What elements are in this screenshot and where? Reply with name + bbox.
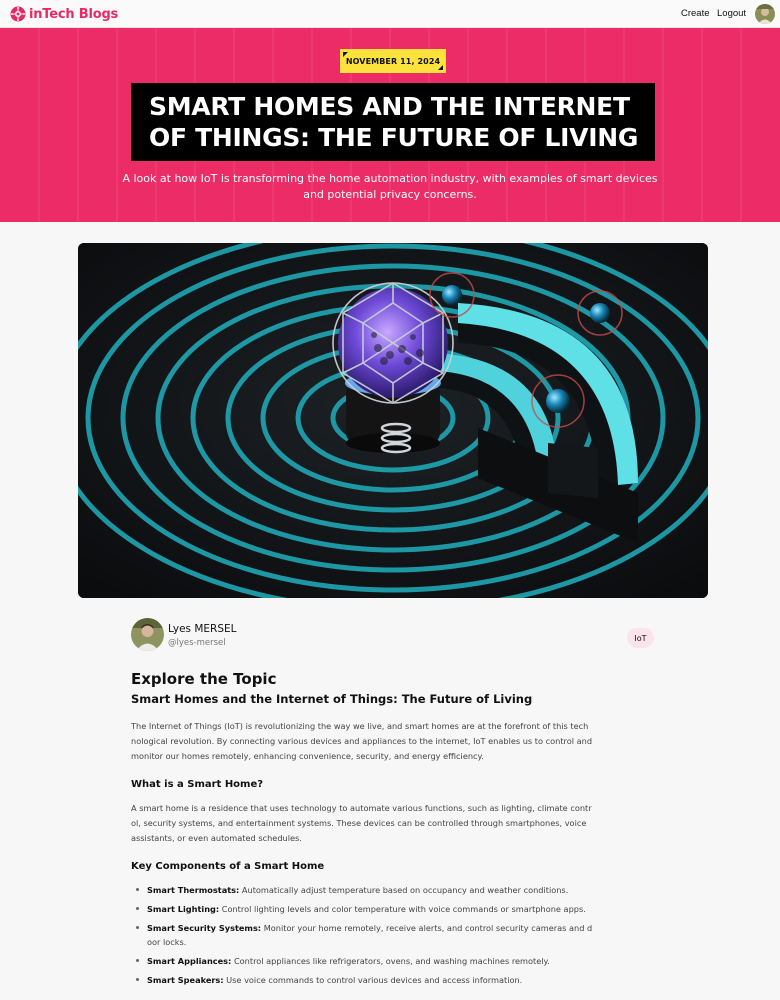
list-item: Smart Appliances: Control appliances lik…	[131, 954, 593, 968]
logo-text: inTech Blogs	[29, 6, 119, 22]
author-avatar-image	[131, 618, 164, 651]
post-title-box: SMART HOMES AND THE INTERNET OF THINGS: …	[131, 83, 655, 161]
intro-paragraph: The Internet of Things (IoT) is revoluti…	[131, 721, 593, 761]
list-item-text: Use voice commands to control various de…	[226, 975, 523, 985]
cover-image	[78, 243, 708, 598]
author-name[interactable]: Lyes MERSEL	[168, 623, 237, 635]
list-item-name: Smart Lighting:	[147, 904, 220, 914]
post-title: SMART HOMES AND THE INTERNET OF THINGS: …	[149, 92, 639, 152]
list-item: Smart Thermostats: Automatically adjust …	[131, 883, 593, 897]
post-date: NOVEMBER 11, 2024	[345, 56, 441, 66]
section-heading: Key Components of a Smart Home	[131, 861, 325, 872]
list-item-name: Smart Appliances:	[147, 956, 232, 966]
author-handle: @lyes-mersel	[168, 638, 226, 648]
section-paragraph: A smart home is a residence that uses te…	[131, 803, 592, 843]
logo-icon	[10, 6, 26, 22]
user-avatar[interactable]	[755, 4, 775, 24]
top-navbar: inTech Blogs Create Logout	[0, 0, 780, 28]
components-list: Smart Thermostats: Automatically adjust …	[131, 883, 593, 987]
list-item: Smart Lighting: Control lighting levels …	[131, 902, 593, 916]
topic-heading: Explore the Topic	[131, 670, 277, 688]
badge-corner-mark	[438, 65, 443, 70]
hero-banner: NOVEMBER 11, 2024 SMART HOMES AND THE IN…	[0, 28, 780, 222]
post-subtitle: A look at how IoT is transforming the ho…	[122, 172, 658, 201]
section-heading: What is a Smart Home?	[131, 779, 264, 790]
user-avatar-image	[755, 4, 775, 24]
badge-corner-mark	[343, 52, 348, 57]
category-tag[interactable]: IoT	[627, 628, 654, 648]
logout-link[interactable]: Logout	[717, 8, 746, 19]
list-item-text: Control appliances like refrigerators, o…	[233, 956, 550, 966]
list-item-text: Control lighting levels and color temper…	[221, 904, 586, 914]
list-item: Smart Security Systems: Monitor your hom…	[131, 921, 593, 949]
list-item-name: Smart Speakers:	[147, 975, 224, 985]
list-item-name: Smart Security Systems:	[147, 923, 262, 933]
date-badge: NOVEMBER 11, 2024	[340, 49, 446, 73]
author-avatar[interactable]	[131, 618, 164, 651]
create-link[interactable]: Create	[681, 8, 710, 19]
list-item-name: Smart Thermostats:	[147, 885, 240, 895]
list-item-text: Automatically adjust temperature based o…	[241, 885, 569, 895]
list-item: Smart Speakers: Use voice commands to co…	[131, 973, 593, 987]
iot-illustration	[78, 243, 708, 598]
site-logo[interactable]: inTech Blogs	[10, 5, 118, 23]
article-title: Smart Homes and the Internet of Things: …	[131, 692, 533, 706]
article-body: Explore the Topic Smart Homes and the In…	[131, 670, 593, 992]
